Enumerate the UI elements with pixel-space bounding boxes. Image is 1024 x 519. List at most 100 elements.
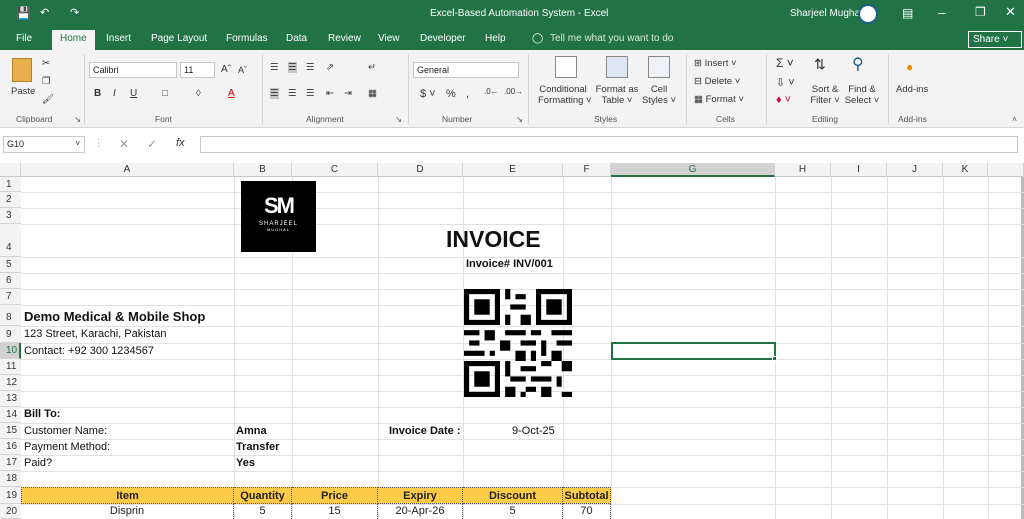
fill-handle[interactable] [772,356,777,361]
number-format-select[interactable]: General [413,62,519,78]
increase-font-icon[interactable]: Aˆ [221,64,231,75]
ribbon-display-icon[interactable]: ▤ [902,6,913,20]
underline-icon[interactable]: U [130,88,137,99]
orientation-icon[interactable]: ⇗ [326,62,334,73]
selected-cell-g10[interactable] [611,342,776,360]
tab-home[interactable]: Home [52,30,95,50]
font-color-icon[interactable]: A [228,88,235,99]
decrease-indent-icon[interactable]: ⇤ [326,88,334,99]
tab-review[interactable]: Review [328,33,361,44]
minimize-icon[interactable]: – [938,4,946,20]
tell-me-input[interactable]: Tell me what you want to do [550,33,673,44]
col-header-h[interactable]: H [775,163,831,177]
undo-icon[interactable]: ↶ [40,6,49,19]
percent-icon[interactable]: % [446,88,456,100]
fill-color-icon[interactable]: ◊ [196,88,201,99]
format-cells-button[interactable]: ▦ Format ˅ [694,94,744,105]
sort-filter-button[interactable]: Sort & Filter ˅ [808,84,842,106]
borders-icon[interactable]: □ [162,88,168,99]
cancel-entry-icon[interactable]: ✕ [119,137,129,151]
copy-icon[interactable]: ❐ [42,76,51,87]
tab-file[interactable]: File [16,33,32,44]
col-header-j[interactable]: J [887,163,943,177]
format-painter-icon[interactable]: 🖌 [42,94,54,105]
paste-button[interactable]: Paste [11,86,35,97]
col-header-k[interactable]: K [943,163,988,177]
align-bottom-icon[interactable]: ☰ [306,62,315,73]
conditional-formatting-button[interactable]: Conditional Formatting ˅ [538,84,592,106]
paste-icon[interactable] [12,58,32,82]
alignment-launcher-icon[interactable]: ↘ [395,114,402,125]
format-as-table-button[interactable]: Format as Table ˅ [593,84,641,106]
row-header-1[interactable]: 1 [0,177,21,192]
col-header-g[interactable]: G [611,163,775,177]
row-header-10[interactable]: 10 [0,343,21,359]
save-icon[interactable]: 💾 [16,6,31,20]
avatar[interactable] [858,4,878,24]
row-header-18[interactable]: 18 [0,471,21,487]
row-header-14[interactable]: 14 [0,407,21,423]
row-header-13[interactable]: 13 [0,391,21,407]
col-header-e[interactable]: E [463,163,563,177]
number-launcher-icon[interactable]: ↘ [516,114,523,125]
row-header-15[interactable]: 15 [0,423,21,439]
row-header-16[interactable]: 16 [0,439,21,455]
col-header-f[interactable]: F [563,163,611,177]
decrease-decimal-icon[interactable]: .00→ [504,87,523,96]
increase-decimal-icon[interactable]: .0← [484,87,499,96]
align-middle-icon[interactable]: ☰ [288,62,297,73]
select-all-corner[interactable] [0,163,21,177]
comma-icon[interactable]: , [466,88,469,100]
insert-function-icon[interactable]: fx [176,137,185,149]
tab-insert[interactable]: Insert [106,33,131,44]
insert-cells-button[interactable]: ⊞ Insert ˅ [694,58,737,69]
row-header-7[interactable]: 7 [0,289,21,305]
decrease-font-icon[interactable]: Aˇ [238,65,247,75]
delete-cells-button[interactable]: ⊟ Delete ˅ [694,76,740,87]
align-left-icon[interactable]: ☰ [270,88,279,99]
font-name-select[interactable]: Calibri [89,62,177,78]
row-header-19[interactable]: 19 [0,487,21,504]
tab-developer[interactable]: Developer [420,33,466,44]
row-header-8[interactable]: 8 [0,305,21,326]
tab-data[interactable]: Data [286,33,307,44]
row-header-4[interactable]: 4 [0,224,21,257]
align-top-icon[interactable]: ☰ [270,62,279,73]
autosum-icon[interactable]: Σ ˅ [776,56,794,70]
share-button[interactable]: Share ˅ [968,31,1022,48]
name-box[interactable]: G10 ˅ [3,136,85,153]
row-header-17[interactable]: 17 [0,455,21,471]
fill-icon[interactable]: ⇩ ˅ [776,76,795,89]
col-header-i[interactable]: I [831,163,887,177]
clear-icon[interactable]: ♦ ˅ [776,94,791,106]
row-header-20[interactable]: 20 [0,504,21,519]
col-header-l[interactable] [988,163,1024,177]
addins-button[interactable]: Add-ins [896,84,928,95]
row-header-9[interactable]: 9 [0,326,21,343]
row-header-3[interactable]: 3 [0,208,21,224]
align-right-icon[interactable]: ☰ [306,88,315,99]
merge-center-icon[interactable]: ▦ [368,88,377,99]
tab-view[interactable]: View [378,33,400,44]
tab-help[interactable]: Help [485,33,506,44]
col-header-d[interactable]: D [378,163,463,177]
font-size-select[interactable]: 11 [180,62,215,78]
increase-indent-icon[interactable]: ⇥ [344,88,352,99]
restore-icon[interactable]: ❐ [975,5,986,19]
cut-icon[interactable]: ✂ [42,58,50,69]
italic-icon[interactable]: I [113,88,116,99]
formula-input[interactable] [200,136,1018,153]
align-center-icon[interactable]: ☰ [288,88,297,99]
wrap-text-icon[interactable]: ↵ [368,62,376,73]
tab-page-layout[interactable]: Page Layout [151,33,207,44]
row-header-11[interactable]: 11 [0,359,21,375]
bold-icon[interactable]: B [94,88,101,99]
col-header-c[interactable]: C [292,163,378,177]
col-header-a[interactable]: A [21,163,234,177]
col-header-b[interactable]: B [234,163,292,177]
find-select-button[interactable]: Find & Select ˅ [843,84,881,106]
close-icon[interactable]: ✕ [1005,4,1016,20]
row-header-6[interactable]: 6 [0,273,21,289]
cell-styles-button[interactable]: Cell Styles ˅ [638,84,680,106]
row-header-2[interactable]: 2 [0,192,21,208]
